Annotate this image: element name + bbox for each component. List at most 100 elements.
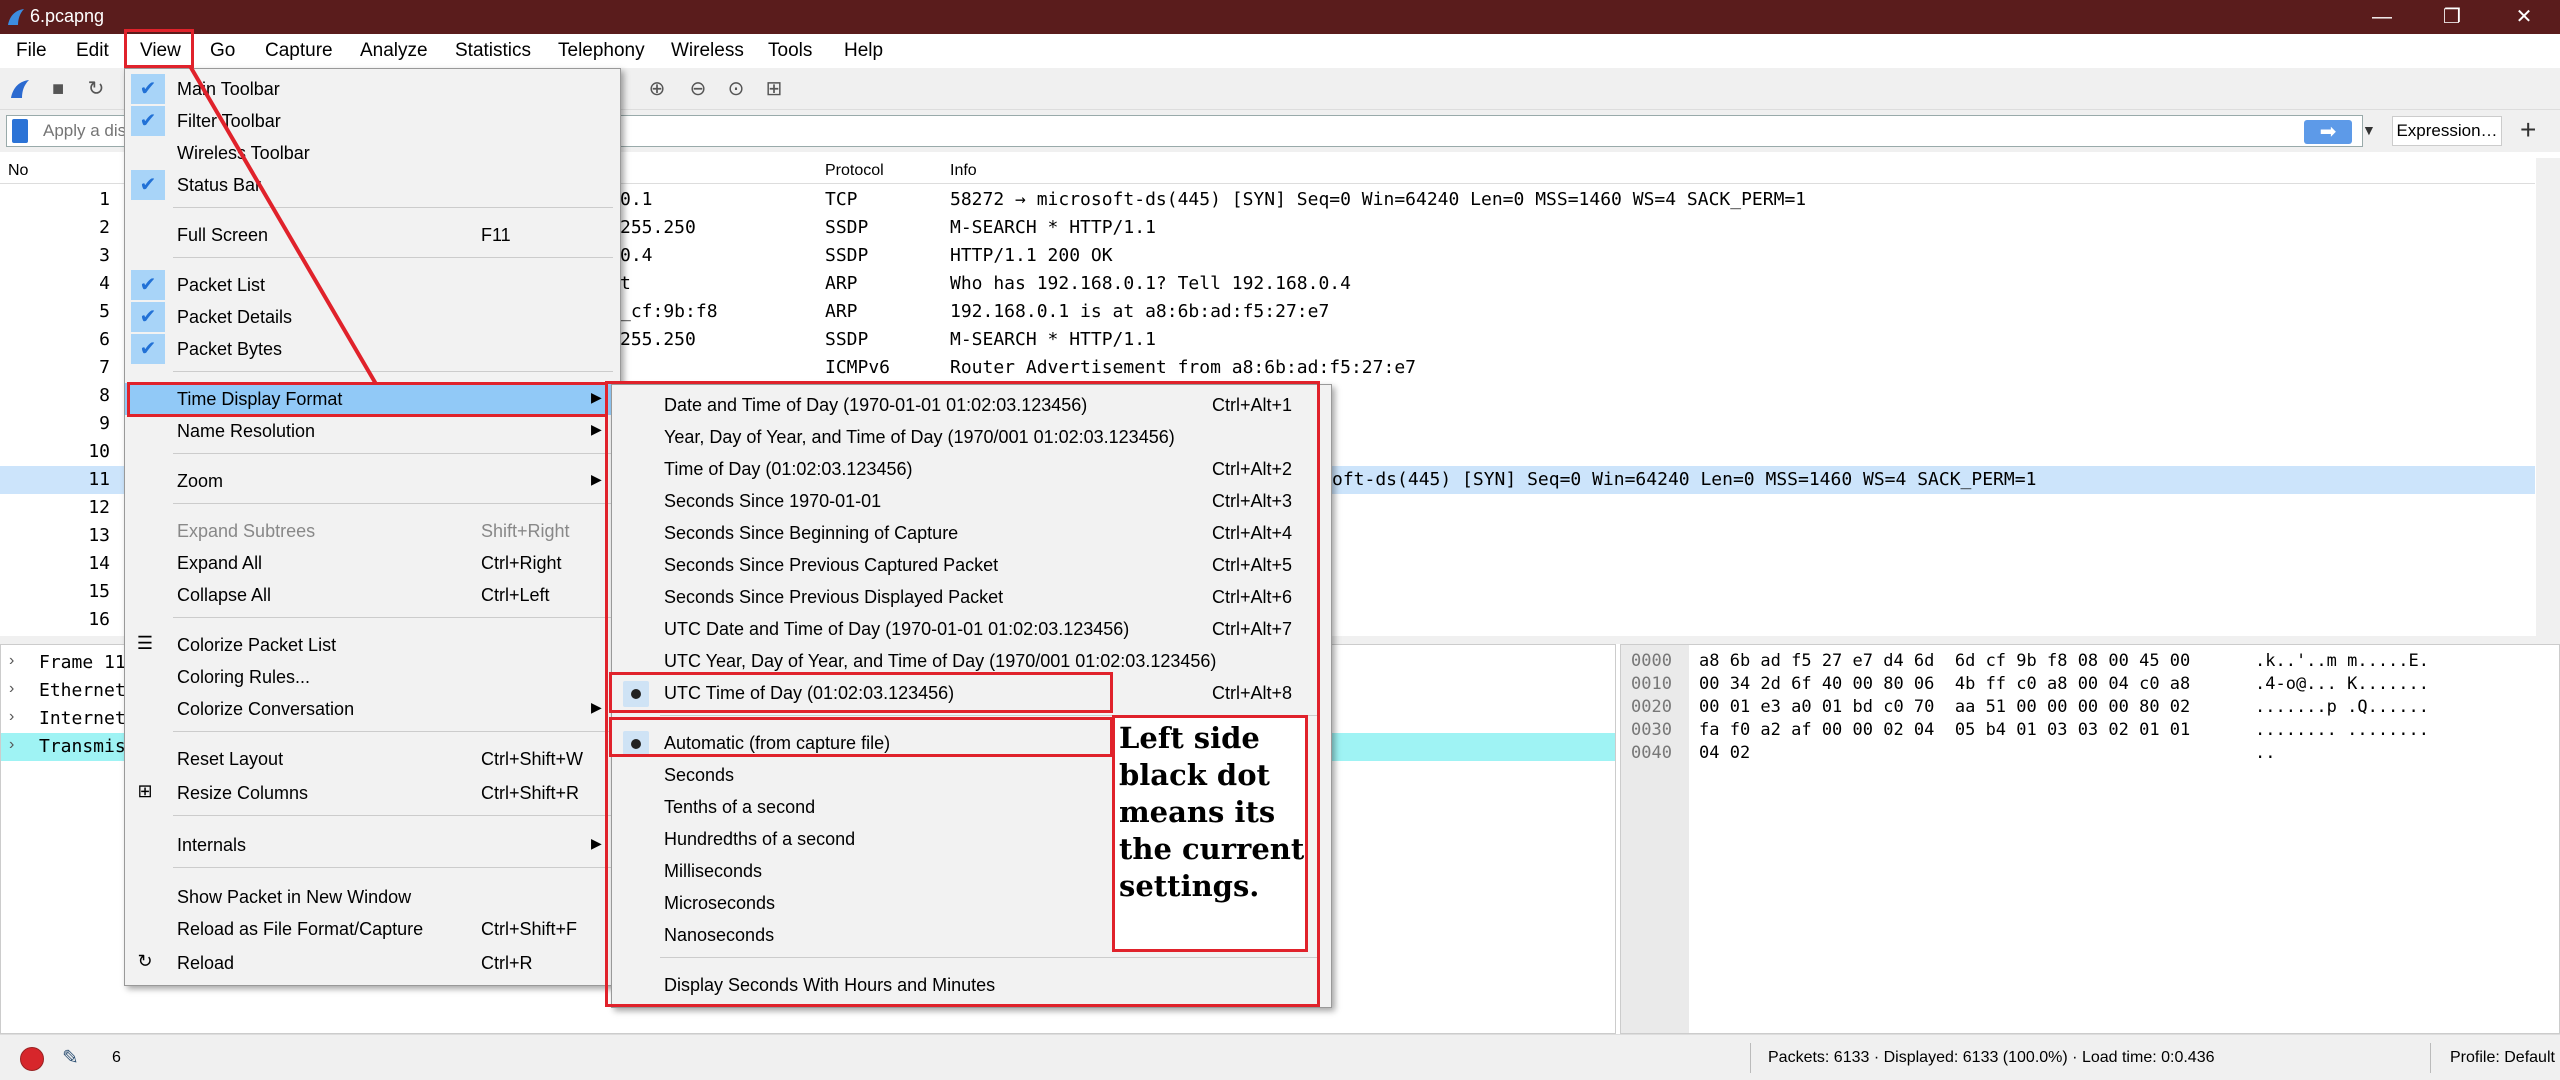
menu-item-zoom[interactable]: Zoom ▶	[125, 465, 620, 497]
menu-item-full-screen[interactable]: Full Screen F11	[125, 219, 620, 251]
byte-hex[interactable]: 04 02	[1699, 743, 1750, 763]
check-icon: ✔	[131, 302, 165, 332]
byte-hex[interactable]: 00 34 2d 6f 40 00 80 06 4b ff c0 a8 00 0…	[1699, 674, 2190, 694]
close-button[interactable]: ✕	[2494, 0, 2554, 34]
menu-item-name-resolution[interactable]: Name Resolution ▶	[125, 415, 620, 447]
packet-no: 11	[88, 469, 110, 490]
menu-label: Colorize Packet List	[177, 635, 337, 655]
menu-statistics[interactable]: Statistics	[455, 40, 531, 62]
menu-edit[interactable]: Edit	[76, 40, 109, 62]
menu-help[interactable]: Help	[844, 40, 883, 62]
menu-label: Filter Toolbar	[177, 111, 281, 131]
menu-wireless[interactable]: Wireless	[671, 40, 744, 62]
menu-label: Expand Subtrees	[177, 521, 316, 541]
packet-protocol: TCP	[825, 189, 858, 210]
menu-item-packet-list[interactable]: ✔ Packet List	[125, 269, 620, 301]
byte-hex[interactable]: fa f0 a2 af 00 00 02 04 05 b4 01 03 03 0…	[1699, 720, 2190, 740]
menu-shortcut: Shift+Right	[481, 521, 570, 541]
packet-bytes-pane[interactable]: 0000 0010 0020 0030 0040 a8 6b ad f5 27 …	[1620, 644, 2560, 1034]
maximize-button[interactable]: ❐	[2422, 0, 2482, 34]
packet-no: 4	[99, 273, 110, 294]
menu-item-internals[interactable]: Internals ▶	[125, 829, 620, 861]
byte-ascii[interactable]: ..	[2255, 743, 2275, 763]
menu-item-wireless-toolbar[interactable]: Wireless Toolbar	[125, 137, 620, 169]
apply-filter-arrow-icon[interactable]: ➡	[2304, 120, 2352, 144]
detail-label: Transmis	[39, 736, 126, 757]
view-menu-dropdown: ✔ Main Toolbar ✔ Filter Toolbar Wireless…	[124, 68, 621, 986]
menu-tools[interactable]: Tools	[768, 40, 812, 62]
byte-ascii[interactable]: .......p .Q......	[2255, 697, 2429, 717]
packet-no: 8	[99, 385, 110, 406]
zoom-out-icon[interactable]: ⊖	[686, 77, 710, 101]
menu-item-collapse-all[interactable]: Collapse All Ctrl+Left	[125, 579, 620, 611]
byte-offset: 0000	[1631, 651, 1672, 671]
menu-label: Reset Layout	[177, 749, 284, 769]
annotation-view-menu-box	[124, 29, 194, 68]
byte-hex[interactable]: 00 01 e3 a0 01 bd c0 70 aa 51 00 00 00 0…	[1699, 697, 2190, 717]
menu-item-packet-bytes[interactable]: ✔ Packet Bytes	[125, 333, 620, 365]
packet-no: 16	[88, 609, 110, 630]
zoom-in-icon[interactable]: ⊕	[645, 77, 669, 101]
byte-ascii[interactable]: .k..'..m m.....E.	[2255, 651, 2429, 671]
menu-separator	[173, 815, 613, 816]
expand-arrow-icon[interactable]: ›	[9, 680, 14, 698]
expert-info-icon[interactable]	[20, 1047, 44, 1071]
menu-item-reset-layout[interactable]: Reset Layout Ctrl+Shift+W	[125, 743, 620, 775]
menu-item-expand-all[interactable]: Expand All Ctrl+Right	[125, 547, 620, 579]
menu-item-expand-subtrees[interactable]: Expand Subtrees Shift+Right	[125, 515, 620, 547]
packet-partial: 0.1	[620, 189, 653, 210]
packet-info: M-SEARCH * HTTP/1.1	[950, 217, 1156, 238]
submenu-arrow-icon: ▶	[591, 699, 602, 715]
byte-ascii[interactable]: .4-o@... K.......	[2255, 674, 2429, 694]
byte-ascii[interactable]: ........ ........	[2255, 720, 2429, 740]
menu-item-resize-columns[interactable]: ⊞ Resize Columns Ctrl+Shift+R	[125, 777, 620, 809]
menu-item-colorize-packet-list[interactable]: ☰ Colorize Packet List	[125, 629, 620, 661]
menu-item-reload-as-file-format[interactable]: Reload as File Format/Capture Ctrl+Shift…	[125, 913, 620, 945]
start-capture-fin-icon[interactable]	[8, 77, 32, 101]
filter-history-dropdown-icon[interactable]: ▼	[2362, 122, 2376, 138]
packet-info: oft-ds(445) [SYN] Seq=0 Win=64240 Len=0 …	[1332, 469, 2037, 490]
resize-columns-icon[interactable]: ⊞	[762, 77, 786, 101]
annotation-utc-time-box	[609, 672, 1113, 713]
menu-telephony[interactable]: Telephony	[558, 40, 645, 62]
status-profile[interactable]: Profile: Default	[2450, 1049, 2555, 1067]
zoom-reset-icon[interactable]: ⊙	[724, 77, 748, 101]
menu-item-packet-details[interactable]: ✔ Packet Details	[125, 301, 620, 333]
packet-protocol: ICMPv6	[825, 357, 891, 378]
menu-analyze[interactable]: Analyze	[360, 40, 428, 62]
column-header-protocol[interactable]: Protocol	[825, 162, 884, 180]
menu-item-coloring-rules[interactable]: Coloring Rules...	[125, 661, 620, 693]
menu-go[interactable]: Go	[210, 40, 235, 62]
minimize-button[interactable]: —	[2352, 0, 2412, 34]
byte-hex[interactable]: a8 6b ad f5 27 e7 d4 6d 6d cf 9b f8 08 0…	[1699, 651, 2190, 671]
expand-arrow-icon[interactable]: ›	[9, 736, 14, 754]
packet-partial: 255.250	[620, 329, 696, 350]
bookmark-icon[interactable]	[12, 119, 28, 143]
check-icon: ✔	[131, 74, 165, 104]
menu-item-filter-toolbar[interactable]: ✔ Filter Toolbar	[125, 105, 620, 137]
expand-arrow-icon[interactable]: ›	[9, 652, 14, 670]
stop-capture-icon[interactable]: ■	[46, 77, 70, 101]
packet-no: 7	[99, 357, 110, 378]
packet-protocol: ARP	[825, 301, 858, 322]
column-header-info[interactable]: Info	[950, 162, 977, 180]
menu-item-reload[interactable]: ↻ Reload Ctrl+R	[125, 947, 620, 979]
expression-button[interactable]: Expression…	[2392, 116, 2502, 146]
menu-label: Packet Details	[177, 307, 293, 327]
menu-capture[interactable]: Capture	[265, 40, 333, 62]
add-filter-button-icon[interactable]: +	[2520, 114, 2536, 146]
menu-file[interactable]: File	[16, 40, 47, 62]
menu-item-show-packet-new-window[interactable]: Show Packet in New Window	[125, 881, 620, 913]
expand-arrow-icon[interactable]: ›	[9, 708, 14, 726]
restart-capture-icon[interactable]: ↻	[84, 77, 108, 101]
menu-label: Show Packet in New Window	[177, 887, 412, 907]
packet-protocol: SSDP	[825, 329, 869, 350]
menu-item-colorize-conversation[interactable]: Colorize Conversation ▶	[125, 693, 620, 725]
packet-list-scrollbar[interactable]	[2536, 158, 2560, 636]
detail-label: Ethernet	[39, 680, 126, 701]
column-header-no[interactable]: No	[8, 162, 28, 180]
menu-item-main-toolbar[interactable]: ✔ Main Toolbar	[125, 73, 620, 105]
capture-comment-icon[interactable]: ✎	[62, 1045, 79, 1070]
menu-item-status-bar[interactable]: ✔ Status Bar	[125, 169, 620, 201]
menu-label: Main Toolbar	[177, 79, 280, 99]
